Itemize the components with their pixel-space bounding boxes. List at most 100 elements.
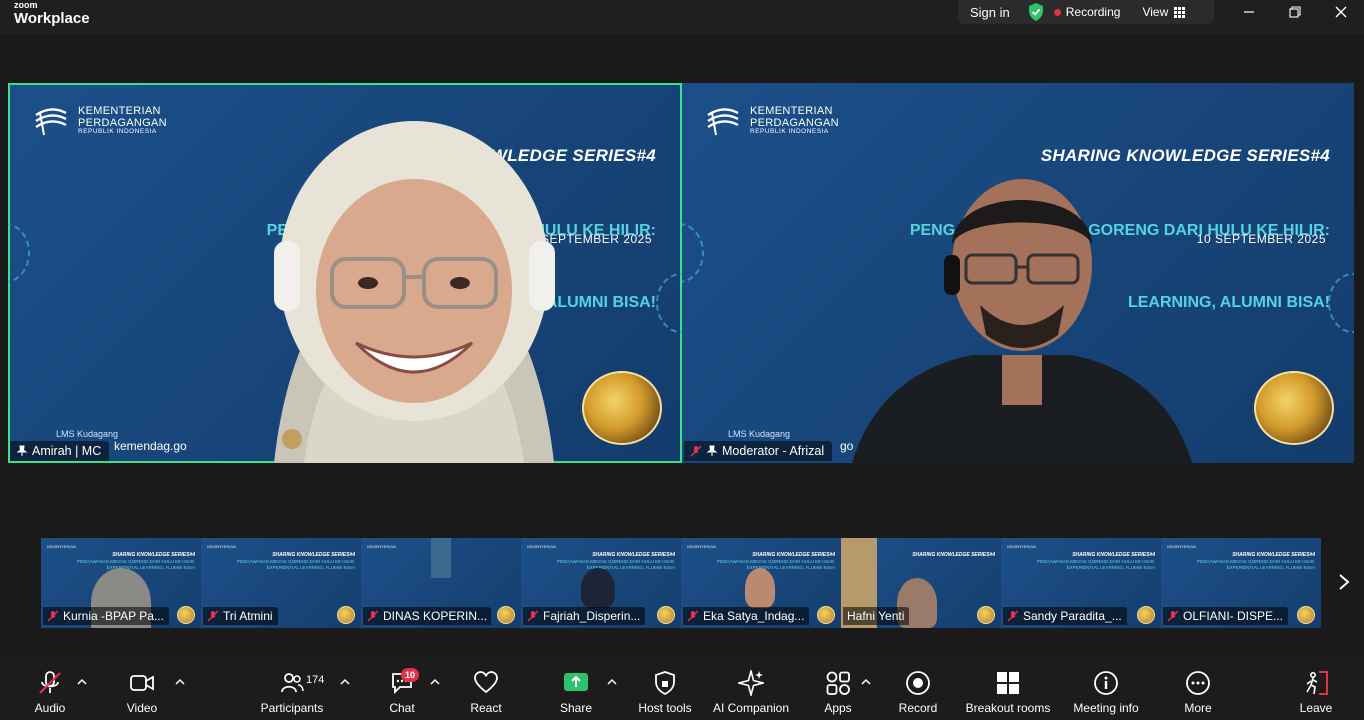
- breakout-rooms-icon: [997, 672, 1019, 694]
- mini-title: SHARING KNOWLEDGE SERIES#4: [752, 552, 835, 558]
- participant-thumbnail[interactable]: KEMENTERIAN SHARING KNOWLEDGE SERIES#4 P…: [681, 538, 841, 628]
- lms-label: LMS Kudagang: [728, 429, 791, 439]
- close-button[interactable]: [1318, 0, 1364, 24]
- shield-check-icon[interactable]: [1028, 3, 1044, 21]
- slide-deco: [682, 223, 704, 283]
- heart-icon: [474, 671, 498, 694]
- chat-button[interactable]: 10 Chat: [384, 660, 420, 720]
- record-button[interactable]: Record: [896, 660, 940, 720]
- share-screen-icon: [564, 673, 588, 691]
- cooking-oil-image: [817, 606, 835, 624]
- participants-icon: [281, 673, 304, 693]
- participant-thumbnail[interactable]: KEMENTERIAN SHARING KNOWLEDGE SERIES#4 P…: [41, 538, 201, 628]
- speaker-name: Moderator - Afrizal: [722, 444, 825, 458]
- share-button[interactable]: Share: [556, 660, 596, 720]
- mini-logo: KEMENTERIAN: [367, 544, 396, 549]
- restore-icon: [1289, 6, 1301, 18]
- host-tools-label: Host tools: [638, 701, 692, 715]
- video-tile-afrizal[interactable]: KEMENTERIAN PERDAGANGAN REPUBLIK INDONES…: [682, 83, 1354, 463]
- mic-muted-icon: [1007, 610, 1019, 622]
- participant-thumbnail[interactable]: SHARING KNOWLEDGE SERIES#4 Hafni Yenti: [841, 538, 1001, 628]
- mic-muted-icon: [687, 610, 699, 622]
- view-button[interactable]: View: [1142, 5, 1186, 19]
- more-button[interactable]: More: [1178, 660, 1218, 720]
- slide-date: 10 SEPTEMBER 2025: [1196, 232, 1326, 246]
- shield-icon: [655, 671, 675, 696]
- mic-muted-icon: [527, 610, 539, 622]
- participant-thumbnail[interactable]: KEMENTERIAN DINAS KOPERIN...: [361, 538, 521, 628]
- mini-title: SHARING KNOWLEDGE SERIES#4: [272, 552, 355, 558]
- mini-subtitle: PENGAWASAN MINYAK GORENG DARI HULU KE HI…: [716, 559, 835, 570]
- participants-label: Participants: [260, 701, 324, 715]
- logo-line3: REPUBLIK INDONESIA: [78, 128, 157, 136]
- lms-label: LMS Kudagang: [56, 429, 119, 439]
- slide-deco: [8, 223, 30, 283]
- ministry-logo: KEMENTERIAN PERDAGANGAN REPUBLIK INDONES…: [34, 105, 167, 137]
- audio-label: Audio: [34, 701, 66, 715]
- grid-icon: [1174, 6, 1186, 18]
- brand-small: zoom: [14, 0, 38, 10]
- close-icon: [1335, 6, 1347, 18]
- mini-logo: KEMENTERIAN: [1007, 544, 1036, 549]
- thumbnail-name: DINAS KOPERIN...: [383, 609, 488, 623]
- react-button[interactable]: React: [466, 660, 506, 720]
- chevron-up-icon[interactable]: [860, 676, 872, 688]
- thumbnail-namebar: Eka Satya_Indag...: [683, 607, 810, 625]
- participant-thumbnail[interactable]: KEMENTERIAN SHARING KNOWLEDGE SERIES#4 P…: [1161, 538, 1321, 628]
- chevron-up-icon[interactable]: [76, 676, 88, 688]
- audio-button[interactable]: Audio: [30, 660, 70, 720]
- chevron-up-icon[interactable]: [429, 676, 441, 688]
- participant-thumbnail[interactable]: KEMENTERIAN SHARING KNOWLEDGE SERIES#4 P…: [201, 538, 361, 628]
- meeting-info-button[interactable]: Meeting info: [1070, 660, 1142, 720]
- thumbnail-name: Tri Atmini: [223, 609, 273, 623]
- meeting-toolbar: Audio Video 174 Participants 10 Chat Rea…: [0, 660, 1364, 720]
- thumbnail-name: OLFIANI- DISPE...: [1183, 609, 1284, 623]
- mini-title: SHARING KNOWLEDGE SERIES#4: [912, 552, 995, 558]
- mini-subtitle: PENGAWASAN MINYAK GORENG DARI HULU KE HI…: [1036, 559, 1155, 570]
- video-tile-amirah[interactable]: KEMENTERIAN PERDAGANGAN REPUBLIK INDONES…: [8, 83, 682, 463]
- pin-icon: [706, 445, 718, 456]
- restore-button[interactable]: [1272, 0, 1318, 24]
- thumbnail-namebar: Kurnia -BPAP Pa...: [43, 607, 169, 625]
- meeting-stage: KEMENTERIAN PERDAGANGAN REPUBLIK INDONES…: [0, 34, 1364, 660]
- host-tools-button[interactable]: Host tools: [636, 660, 694, 720]
- breakout-rooms-button[interactable]: Breakout rooms: [964, 660, 1052, 720]
- thumbnail-name: Eka Satya_Indag...: [703, 609, 805, 623]
- chevron-up-icon[interactable]: [606, 676, 618, 688]
- apps-icon: [826, 671, 850, 695]
- ai-companion-button[interactable]: AI Companion: [710, 660, 792, 720]
- minimize-button[interactable]: [1226, 0, 1272, 24]
- signin-button[interactable]: Sign in: [958, 5, 1022, 20]
- ministry-logo-icon: [35, 108, 67, 136]
- info-icon: [1094, 671, 1118, 695]
- breakout-rooms-label: Breakout rooms: [965, 701, 1051, 715]
- strip-next-button[interactable]: [1332, 570, 1356, 594]
- brand-big: Workplace: [14, 10, 90, 27]
- recording-dot-icon: [1053, 8, 1061, 16]
- mini-title: SHARING KNOWLEDGE SERIES#4: [112, 552, 195, 558]
- apps-label: Apps: [824, 701, 852, 715]
- cooking-oil-image: [497, 606, 515, 624]
- leave-label: Leave: [1299, 701, 1333, 715]
- mini-logo: KEMENTERIAN: [207, 544, 236, 549]
- recording-indicator[interactable]: Recording: [1053, 5, 1120, 19]
- minimize-icon: [1244, 11, 1254, 13]
- apps-button[interactable]: Apps: [818, 660, 858, 720]
- participant-thumbnail[interactable]: KEMENTERIAN SHARING KNOWLEDGE SERIES#4 P…: [1001, 538, 1161, 628]
- cooking-oil-image: [582, 371, 662, 445]
- participants-button[interactable]: 174 Participants: [258, 660, 326, 720]
- logo-line3: REPUBLIK INDONESIA: [750, 128, 829, 136]
- record-icon: [906, 671, 930, 695]
- mic-muted-icon: [690, 445, 702, 457]
- participant-video-afrizal: [852, 179, 1192, 463]
- video-button[interactable]: Video: [122, 660, 162, 720]
- mic-muted-icon: [207, 610, 219, 622]
- leave-button[interactable]: Leave: [1296, 660, 1336, 720]
- thumbnail-namebar: DINAS KOPERIN...: [363, 607, 491, 625]
- chevron-up-icon[interactable]: [174, 676, 186, 688]
- react-label: React: [470, 701, 502, 715]
- chevron-up-icon[interactable]: [339, 676, 351, 688]
- participant-thumbnail[interactable]: KEMENTERIAN SHARING KNOWLEDGE SERIES#4 P…: [521, 538, 681, 628]
- record-label: Record: [898, 701, 938, 715]
- cooking-oil-image: [337, 606, 355, 624]
